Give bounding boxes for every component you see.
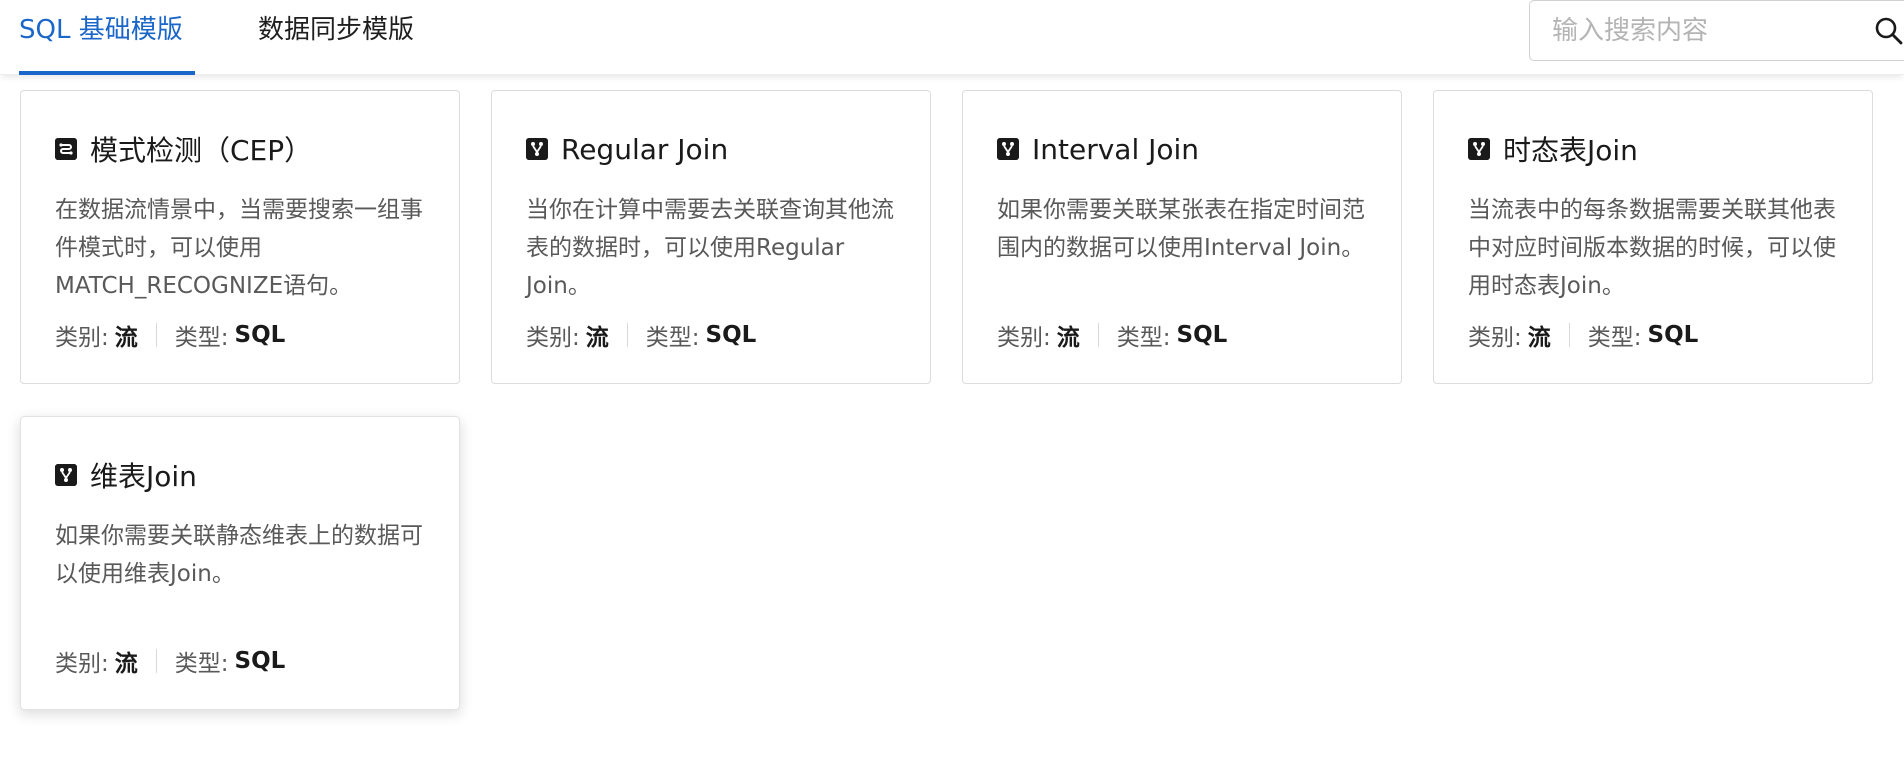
type-value: SQL [1176,322,1228,348]
join-icon [997,138,1019,160]
template-card-interval-join[interactable]: Interval Join 如果你需要关联某张表在指定时间范围内的数据可以使用I… [962,90,1402,384]
category-value: 流 [1527,325,1551,351]
type-value: SQL [705,322,757,348]
card-description: 在数据流情景中，当需要搜索一组事件模式时，可以使用MATCH_RECOGNIZE… [55,197,423,299]
category-value: 流 [114,651,138,677]
card-title: Regular Join [561,132,729,166]
card-description: 当流表中的每条数据需要关联其他表中对应时间版本数据的时候，可以使用时态表Join… [1468,197,1836,299]
card-description: 如果你需要关联某张表在指定时间范围内的数据可以使用Interval Join。 [997,197,1365,261]
type-label: 类型: [645,325,700,351]
search-box [1529,0,1904,61]
card-header: Regular Join [526,129,728,169]
divider [1097,323,1099,347]
category-label: 类别: [997,325,1051,351]
category-value: 流 [1056,325,1080,351]
card-meta: 类别: 流 类型: SQL [1468,315,1698,355]
divider [626,323,628,347]
tab-sql-basic-templates[interactable]: SQL 基础模版 [19,0,195,75]
template-card-regular-join[interactable]: Regular Join 当你在计算中需要去关联查询其他流表的数据时，可以使用R… [491,90,931,384]
card-title: 维表Join [90,460,197,493]
pattern-icon [55,138,77,160]
card-header: 模式检测（CEP） [55,129,312,169]
card-meta: 类别: 流 类型: SQL [55,641,285,681]
type-label: 类型: [1116,325,1171,351]
category-label: 类别: [1468,325,1522,351]
type-value: SQL [234,648,286,674]
tab-data-sync-templates[interactable]: 数据同步模版 [258,0,414,75]
type-label: 类型: [1587,325,1642,351]
template-card-cep[interactable]: 模式检测（CEP） 在数据流情景中，当需要搜索一组事件模式时，可以使用MATCH… [20,90,460,384]
join-icon [1468,138,1490,160]
card-description: 当你在计算中需要去关联查询其他流表的数据时，可以使用Regular Join。 [526,197,894,299]
category-value: 流 [585,325,609,351]
category-value: 流 [114,325,138,351]
header: SQL 基础模版 数据同步模版 [0,0,1904,75]
divider [1568,323,1570,347]
search-input[interactable] [1552,11,1852,51]
template-card-temporal-join[interactable]: 时态表Join 当流表中的每条数据需要关联其他表中对应时间版本数据的时候，可以使… [1433,90,1873,384]
card-header: 时态表Join [1468,129,1638,169]
search-icon[interactable] [1873,15,1904,47]
card-title: 时态表Join [1503,134,1638,167]
type-label: 类型: [174,651,229,677]
card-meta: 类别: 流 类型: SQL [55,315,285,355]
category-label: 类别: [55,325,109,351]
category-label: 类别: [55,651,109,677]
card-header: 维表Join [55,455,197,495]
divider [155,649,157,673]
card-meta: 类别: 流 类型: SQL [526,315,756,355]
type-value: SQL [1647,322,1699,348]
card-header: Interval Join [997,129,1199,169]
join-icon [55,464,77,486]
type-value: SQL [234,322,286,348]
template-card-dimension-join[interactable]: 维表Join 如果你需要关联静态维表上的数据可以使用维表Join。 类别: 流 … [20,416,460,710]
card-title: 模式检测（CEP） [90,134,313,167]
card-meta: 类别: 流 类型: SQL [997,315,1227,355]
card-description: 如果你需要关联静态维表上的数据可以使用维表Join。 [55,523,423,587]
type-label: 类型: [174,325,229,351]
divider [155,323,157,347]
join-icon [526,138,548,160]
card-title: Interval Join [1032,132,1200,166]
category-label: 类别: [526,325,580,351]
